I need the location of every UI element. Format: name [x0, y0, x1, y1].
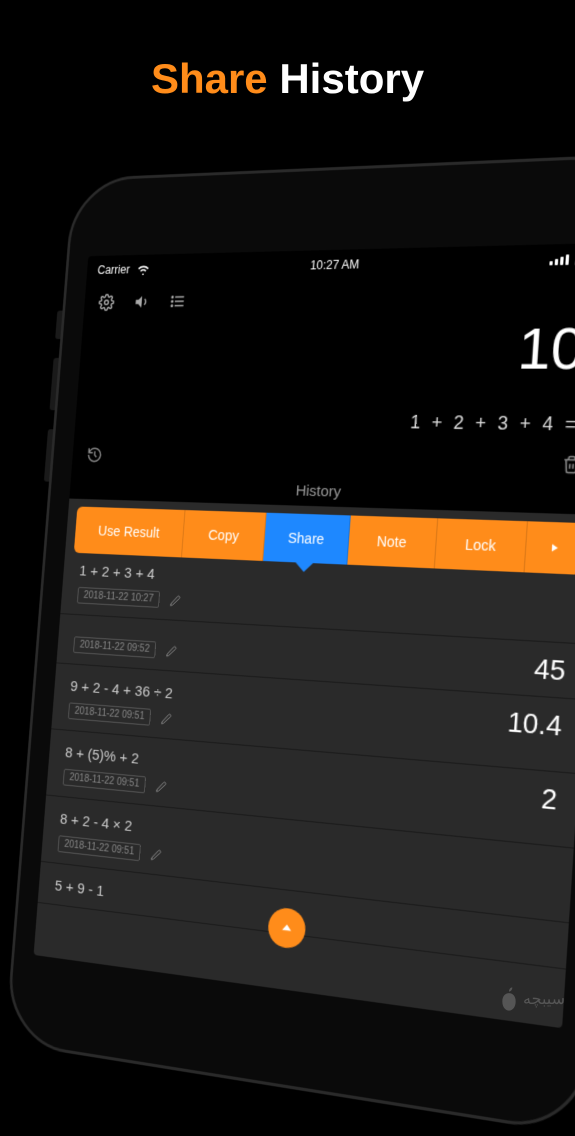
screen: Carrier 10:27 AM: [34, 243, 575, 1028]
history-timestamp: 2018-11-22 10:27: [77, 587, 160, 608]
list-icon[interactable]: [169, 292, 187, 310]
gear-icon[interactable]: [98, 294, 115, 311]
history-result: 10.4: [506, 705, 563, 743]
calculator-display: 10 1 + 2 + 3 + 4 =: [74, 315, 575, 446]
clock: 10:27 AM: [252, 256, 420, 274]
history-icon[interactable]: [86, 446, 103, 464]
history-timestamp: 2018-11-22 09:52: [73, 636, 157, 658]
promo-rest: History: [279, 55, 424, 102]
history-result: 2: [540, 782, 558, 817]
edit-icon[interactable]: [166, 591, 184, 610]
promo-accent: Share: [151, 55, 268, 102]
copy-button[interactable]: Copy: [182, 510, 267, 561]
expression-value: 1 + 2 + 3 + 4 =: [92, 408, 575, 435]
carrier-label: Carrier: [97, 263, 130, 277]
history-result: 45: [533, 652, 566, 687]
edit-icon[interactable]: [147, 845, 165, 865]
promo-title: Share History: [0, 55, 575, 103]
edit-icon[interactable]: [162, 642, 180, 661]
use-result-button[interactable]: Use Result: [74, 506, 186, 557]
edit-icon[interactable]: [157, 709, 175, 728]
history-timestamp: 2018-11-22 09:51: [63, 769, 147, 794]
more-actions-button[interactable]: [525, 521, 575, 575]
volume-icon[interactable]: [133, 293, 150, 311]
history-timestamp: 2018-11-22 09:51: [57, 835, 141, 861]
history-list[interactable]: Use Result Copy Share Note Lock 1 + 2 + …: [34, 498, 575, 1028]
result-value: 10: [96, 315, 575, 381]
watermark: سیبچه: [499, 987, 565, 1011]
edit-icon[interactable]: [152, 777, 170, 797]
phone-frame: Carrier 10:27 AM: [5, 153, 575, 1135]
trash-icon[interactable]: [561, 454, 575, 474]
wifi-icon: [134, 260, 151, 278]
history-timestamp: 2018-11-22 09:51: [68, 702, 152, 725]
lock-button[interactable]: Lock: [434, 518, 528, 572]
share-button[interactable]: Share: [263, 512, 351, 564]
signal-icon: [549, 254, 569, 265]
note-button[interactable]: Note: [347, 515, 438, 568]
